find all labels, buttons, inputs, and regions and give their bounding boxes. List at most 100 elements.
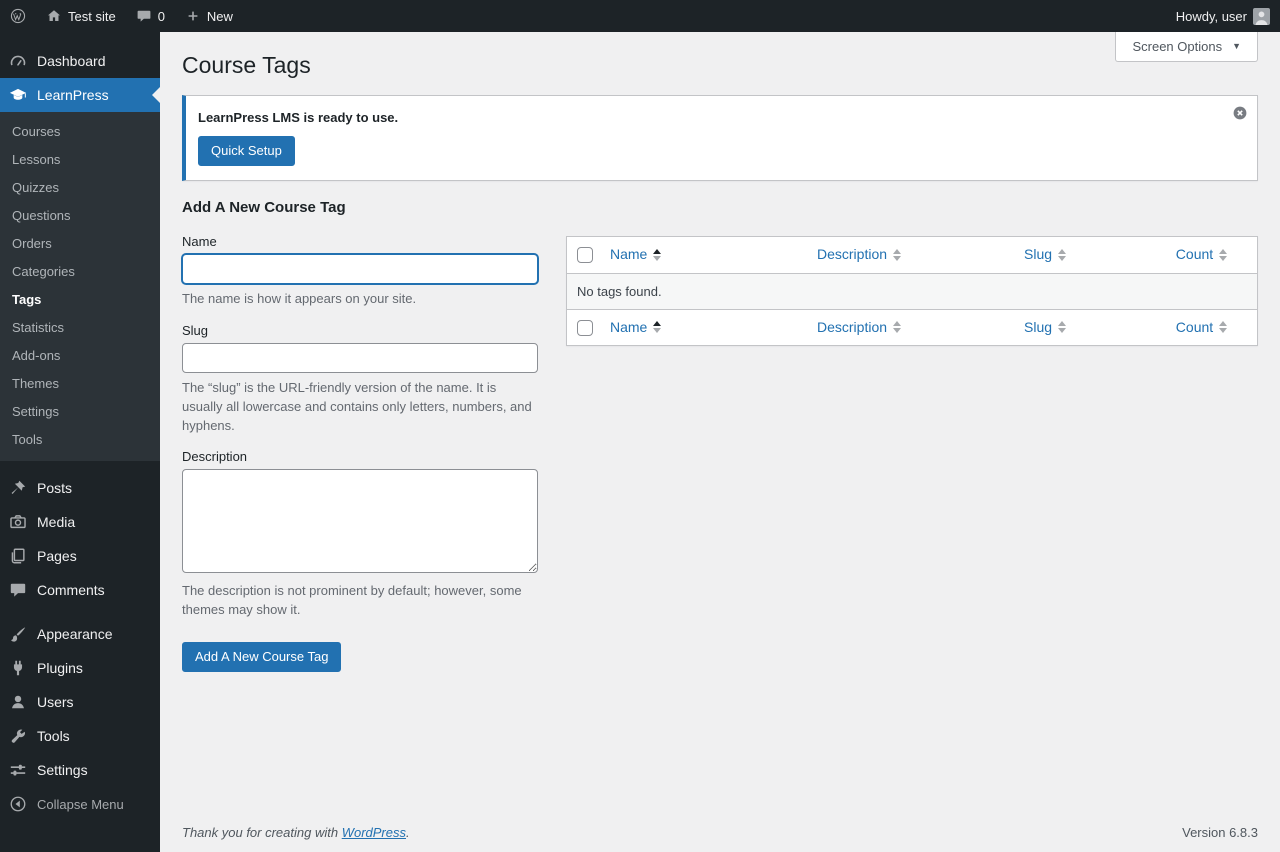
main-content: Screen Options ▼ Course Tags LearnPress … [160,0,1280,852]
sort-indicator-icon [1219,321,1228,334]
submenu-item-tags[interactable]: Tags [0,285,160,313]
wordpress-logo-menu[interactable] [0,0,36,32]
sidebar-item-dashboard[interactable]: Dashboard [0,44,160,78]
slug-label: Slug [182,322,209,338]
submenu-item-orders[interactable]: Orders [0,229,160,257]
submenu-item-themes[interactable]: Themes [0,369,160,397]
sidebar-item-tools[interactable]: Tools [0,719,160,753]
sort-by-description-link[interactable]: Description [817,245,902,265]
sidebar-item-label: Dashboard [37,53,106,69]
slug-field: Slug The “slug” is the URL-friendly vers… [182,323,538,436]
sidebar-item-label: LearnPress [37,87,109,103]
dismiss-notice-button[interactable] [1232,105,1248,121]
user-avatar [1253,7,1270,25]
column-label: Name [610,318,648,335]
sort-by-name-link[interactable]: Name [610,245,662,265]
collapse-menu-button[interactable]: Collapse Menu [0,787,160,821]
admin-bar-left: Test site 0 New [0,0,243,32]
sidebar-item-learnpress[interactable]: LearnPress [0,78,160,112]
select-all-checkbox[interactable] [577,247,593,264]
submenu-label: Orders [12,235,52,251]
sort-indicator-icon [1058,248,1067,261]
column-header-description: Description [807,237,1014,274]
users-icon [8,693,28,711]
sidebar-item-posts[interactable]: Posts [0,471,160,505]
tags-table-container: Name Description Slug Count No tags foun… [566,236,1258,347]
sort-by-count-link[interactable]: Count [1176,318,1228,338]
sort-by-slug-link[interactable]: Slug [1024,245,1067,265]
pages-icon [8,547,28,565]
submenu-item-addons[interactable]: Add-ons [0,341,160,369]
submenu-item-tools[interactable]: Tools [0,425,160,453]
submenu-item-courses[interactable]: Courses [0,117,160,145]
settings-icon [8,761,28,779]
column-label: Slug [1024,246,1053,263]
footer: Thank you for creating with WordPress. V… [182,825,1258,840]
submenu-item-lessons[interactable]: Lessons [0,145,160,173]
column-header-slug: Slug [1014,237,1166,274]
submenu-label: Tools [12,431,43,447]
description-help-text: The description is not prominent by defa… [182,583,522,618]
column-header-name: Name [600,237,807,274]
sort-by-name-link[interactable]: Name [610,318,662,338]
submit-row: Add A New Course Tag [182,642,538,673]
sidebar-item-label: Tools [37,728,70,744]
new-content-link[interactable]: New [175,0,243,32]
plus-icon [185,8,201,24]
wordpress-link[interactable]: WordPress [342,825,406,840]
appearance-icon [8,625,28,643]
submenu-item-categories[interactable]: Categories [0,257,160,285]
tools-icon [8,727,28,745]
sidebar-item-label: Settings [37,762,88,778]
submenu-item-quizzes[interactable]: Quizzes [0,173,160,201]
name-input[interactable] [182,254,538,285]
table-header-row: Name Description Slug Count [567,237,1257,274]
column-label: Count [1175,246,1214,263]
add-tag-submit-button[interactable]: Add A New Course Tag [182,642,342,673]
sort-indicator-icon [1058,321,1067,334]
slug-input[interactable] [182,342,538,373]
sort-by-count-link[interactable]: Count [1175,245,1228,265]
description-field: Description The description is not promi… [182,449,538,620]
sort-by-slug-link[interactable]: Slug [1024,318,1067,338]
submenu-label: Tags [12,291,42,307]
submenu-label: Courses [12,123,61,139]
submenu-item-settings[interactable]: Settings [0,397,160,425]
quick-setup-button[interactable]: Quick Setup [198,135,295,167]
column-footer-slug: Slug [1014,308,1166,346]
notice-banner: LearnPress LMS is ready to use. Quick Se… [182,94,1258,182]
submenu-item-statistics[interactable]: Statistics [0,313,160,341]
site-name: Test site [68,8,116,24]
howdy-text: Howdy, user [1175,8,1247,24]
select-all-checkbox-footer[interactable] [577,319,593,336]
sidebar-item-plugins[interactable]: Plugins [0,651,160,685]
comments-link[interactable]: 0 [126,0,175,32]
admin-sidebar: Dashboard LearnPress Courses Lessons Qui… [0,32,160,852]
column-footer-name: Name [600,308,807,346]
notice-message: LearnPress LMS is ready to use. [198,109,399,125]
page-wrap: Course Tags LearnPress LMS is ready to u… [160,32,1280,673]
sidebar-item-users[interactable]: Users [0,685,160,719]
admin-bar-right: Howdy, user [1166,0,1280,32]
site-name-link[interactable]: Test site [36,0,126,32]
my-account-link[interactable]: Howdy, user [1166,0,1280,32]
sidebar-item-appearance[interactable]: Appearance [0,617,160,651]
sidebar-item-comments[interactable]: Comments [0,573,160,607]
comment-count: 0 [157,8,165,24]
sidebar-item-settings[interactable]: Settings [0,753,160,787]
name-label: Name [182,234,217,250]
sidebar-item-media[interactable]: Media [0,505,160,539]
screen-options-button[interactable]: Screen Options ▼ [1115,32,1258,62]
dashboard-icon [8,52,28,70]
wordpress-logo-icon [10,8,26,24]
sort-by-description-link[interactable]: Description [817,318,902,338]
description-textarea[interactable] [182,469,538,574]
screen-options-label: Screen Options [1132,39,1223,54]
footer-thanks: Thank you for creating with WordPress. [182,825,410,840]
empty-table-row: No tags found. [567,273,1257,309]
column-footer-description: Description [807,308,1014,346]
sort-indicator-icon [653,321,662,334]
dismiss-icon [1233,106,1247,120]
sidebar-item-pages[interactable]: Pages [0,539,160,573]
submenu-item-questions[interactable]: Questions [0,201,160,229]
